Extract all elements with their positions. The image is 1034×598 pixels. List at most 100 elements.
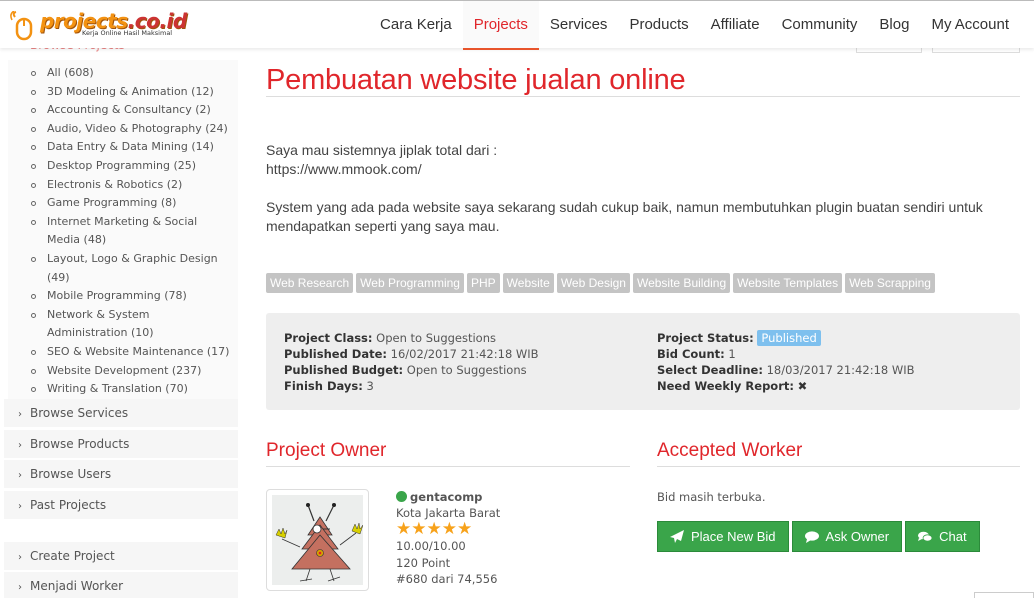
scroll-widget[interactable] xyxy=(974,592,1034,598)
nav-products[interactable]: Products xyxy=(618,1,699,49)
online-status-icon xyxy=(396,491,407,502)
owner-info: gentacomp Kota Jakarta Barat ★★★★★ 10.00… xyxy=(396,489,500,587)
times-icon: ✖ xyxy=(797,379,808,393)
skill-tag[interactable]: Web Programming xyxy=(356,273,464,293)
nav-projects[interactable]: Projects xyxy=(462,1,540,50)
star-icon: ★ xyxy=(441,519,457,540)
sidebar-link-label: Browse Services xyxy=(30,406,129,420)
category-item[interactable]: Electronis & Robotics (2) xyxy=(8,176,238,195)
chevron-right-icon: › xyxy=(18,470,22,481)
project-owner-heading: Project Owner xyxy=(266,440,387,461)
comment-icon xyxy=(804,530,819,543)
chevron-right-icon: › xyxy=(18,440,22,451)
owner-rating-stars: ★★★★★ xyxy=(396,521,500,538)
project-status: Project Status: Published xyxy=(657,330,915,346)
sidebar-link-past-projects[interactable]: › Past Projects xyxy=(4,491,238,519)
section-divider xyxy=(657,466,1020,467)
skill-tag[interactable]: Web Research xyxy=(266,273,354,293)
category-item[interactable]: Desktop Programming (25) xyxy=(8,157,238,176)
skill-tag[interactable]: Website Building xyxy=(632,273,731,293)
sidebar: Browse Projects All (608) 3D Modeling & … xyxy=(0,36,240,598)
nav-blog[interactable]: Blog xyxy=(868,1,920,49)
sidebar-link-browse-services[interactable]: › Browse Services xyxy=(4,399,238,427)
category-item[interactable]: Accounting & Consultancy (2) xyxy=(8,101,238,120)
mouse-icon xyxy=(10,11,33,41)
category-list: All (608) 3D Modeling & Animation (12) A… xyxy=(8,60,238,424)
sidebar-link-browse-users[interactable]: › Browse Users xyxy=(4,460,238,488)
chat-button[interactable]: Chat xyxy=(905,521,980,552)
skill-tag[interactable]: Web Design xyxy=(556,273,630,293)
category-item[interactable]: Mobile Programming (78) xyxy=(8,287,238,306)
star-icon: ★ xyxy=(396,519,412,540)
project-class: Project Class: Open to Suggestions xyxy=(284,331,497,345)
star-icon: ★ xyxy=(457,519,473,540)
owner-username[interactable]: gentacomp xyxy=(410,490,482,504)
owner-points: 120 Point xyxy=(396,555,451,570)
category-item[interactable]: Data Entry & Data Mining (14) xyxy=(8,138,238,157)
finish-days: Finish Days: 3 xyxy=(284,379,374,393)
category-item[interactable]: Game Programming (8) xyxy=(8,194,238,213)
star-icon: ★ xyxy=(426,519,442,540)
chevron-right-icon: › xyxy=(18,409,22,420)
nav-services[interactable]: Services xyxy=(539,1,619,49)
skill-tag[interactable]: Web Scrapping xyxy=(845,273,935,293)
site-logo[interactable]: projects.co.id Kerja Online Hasil Maksim… xyxy=(10,9,187,41)
published-date: Published Date: 16/02/2017 21:42:18 WIB xyxy=(284,347,539,361)
category-item[interactable]: Audio, Video & Photography (24) xyxy=(8,120,238,139)
category-item[interactable]: 3D Modeling & Animation (12) xyxy=(8,83,238,102)
skill-tag[interactable]: Website xyxy=(502,273,554,293)
category-item[interactable]: Layout, Logo & Graphic Design (49) xyxy=(8,250,238,287)
owner-rank: #680 dari 74,556 xyxy=(396,571,498,586)
category-item[interactable]: Network & System Administration (10) xyxy=(8,306,238,343)
project-info-panel: Project Class: Open to Suggestions Publi… xyxy=(266,313,1020,410)
nav-affiliate[interactable]: Affiliate xyxy=(700,1,771,49)
owner-avatar[interactable] xyxy=(266,489,369,591)
sidebar-link-menjadi-worker[interactable]: › Menjadi Worker xyxy=(4,572,238,598)
weekly-report: Need Weekly Report: ✖ xyxy=(657,379,808,393)
sidebar-link-label: Create Project xyxy=(30,549,115,563)
place-new-bid-button[interactable]: Place New Bid xyxy=(657,521,789,552)
logo-tagline: Kerja Online Hasil Maksimal xyxy=(82,29,173,37)
project-description: Saya mau sistemnya jiplak total dari : h… xyxy=(266,141,1020,236)
bid-status-text: Bid masih terbuka. xyxy=(657,490,766,504)
paper-plane-icon xyxy=(670,530,684,543)
sidebar-link-label: Past Projects xyxy=(30,498,107,512)
published-budget: Published Budget: Open to Suggestions xyxy=(284,363,527,377)
description-line: System yang ada pada website saya sekara… xyxy=(266,199,983,234)
title-divider xyxy=(266,96,1020,97)
skill-tag[interactable]: PHP xyxy=(466,273,500,293)
nav-my-account[interactable]: My Account xyxy=(920,1,1020,49)
main-nav: Cara Kerja Projects Services Products Af… xyxy=(369,1,1020,50)
bid-count: Bid Count: 1 xyxy=(657,347,736,361)
page-title: Pembuatan website jualan online xyxy=(266,64,686,96)
description-line: Saya mau sistemnya jiplak total dari : xyxy=(266,142,498,158)
accepted-worker-heading: Accepted Worker xyxy=(657,440,803,461)
skill-tag[interactable]: Website Templates xyxy=(733,273,843,293)
description-link: https://www.mmook.com/ xyxy=(266,161,422,177)
sidebar-link-label: Menjadi Worker xyxy=(30,579,124,593)
sidebar-link-browse-products[interactable]: › Browse Products xyxy=(4,430,238,458)
ask-owner-button[interactable]: Ask Owner xyxy=(791,521,903,552)
category-item[interactable]: All (608) xyxy=(8,64,238,83)
category-item[interactable]: SEO & Website Maintenance (17) xyxy=(8,343,238,362)
avatar-image xyxy=(275,503,364,582)
category-item[interactable]: Writing & Translation (70) xyxy=(8,380,238,399)
star-icon: ★ xyxy=(411,519,427,540)
category-item[interactable]: Website Development (237) xyxy=(8,362,238,381)
skill-tags: Web Research Web Programming PHP Website… xyxy=(266,273,935,293)
sidebar-link-create-project[interactable]: › Create Project xyxy=(4,542,238,570)
chevron-right-icon: › xyxy=(18,552,22,563)
owner-rating: 10.00/10.00 xyxy=(396,539,466,554)
category-item[interactable]: Internet Marketing & Social Media (48) xyxy=(8,213,238,250)
header: projects.co.id Kerja Online Hasil Maksim… xyxy=(0,0,1034,50)
nav-cara-kerja[interactable]: Cara Kerja xyxy=(369,1,463,49)
status-badge: Published xyxy=(757,330,821,346)
chevron-right-icon: › xyxy=(18,501,22,512)
nav-community[interactable]: Community xyxy=(771,1,869,49)
comments-icon xyxy=(918,531,933,542)
action-buttons: Place New Bid Ask Owner Chat xyxy=(657,521,980,552)
sidebar-link-label: Browse Users xyxy=(30,467,112,481)
select-deadline: Select Deadline: 18/03/2017 21:42:18 WIB xyxy=(657,363,915,377)
chevron-right-icon: › xyxy=(18,582,22,593)
section-divider xyxy=(266,466,630,467)
